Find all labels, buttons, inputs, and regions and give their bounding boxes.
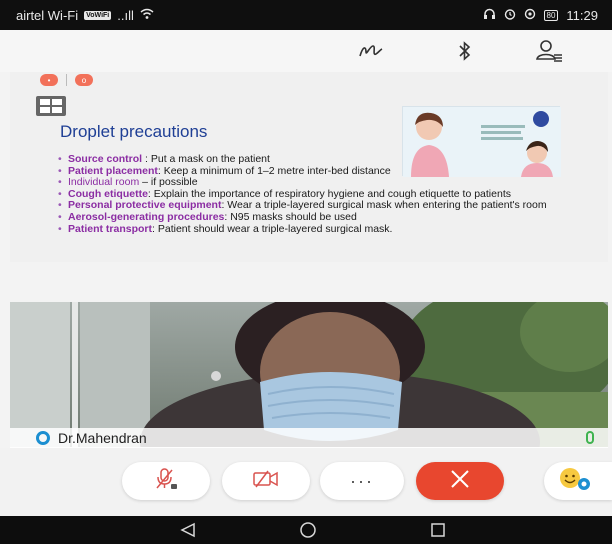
back-icon[interactable] (176, 521, 200, 539)
alarm-icon (504, 8, 516, 23)
record-icon[interactable]: o (75, 74, 93, 86)
pen-icon[interactable] (356, 36, 386, 66)
bullet-label: Source control (68, 153, 143, 165)
list-item: Patient transport: Patient should wear a… (58, 222, 598, 236)
camera-off-icon (251, 469, 281, 494)
more-icon: ··· (350, 470, 374, 491)
bullet-text: : Put a mask on the patient (142, 153, 270, 165)
camera-button[interactable] (222, 462, 310, 500)
shared-slide: • o Droplet precautions Sou (10, 72, 608, 262)
location-icon (524, 8, 536, 23)
bullet-text: – if possible (139, 176, 198, 189)
bullet-label: Patient placement (68, 164, 158, 177)
bullet-list: Source control : Put a mask on the patie… (58, 153, 598, 236)
vowifi-badge: VoWiFi (84, 11, 112, 20)
status-left: airtel Wi-Fi VoWiFi ..ıll (16, 8, 154, 23)
headset-icon (483, 8, 496, 23)
bullet-text: : Keep a minimum of 1–2 metre inter-bed … (157, 164, 391, 177)
slide-title: Droplet precautions (60, 122, 208, 141)
mute-button[interactable] (122, 462, 210, 500)
call-controls: ··· (0, 448, 612, 516)
status-bar: airtel Wi-Fi VoWiFi ..ıll 80 11:29 (0, 0, 612, 30)
reactions-bar: • o (40, 74, 93, 86)
mic-active-icon (586, 431, 594, 444)
bullet-label: Personal protective equipment (68, 199, 222, 212)
end-call-icon (449, 468, 471, 495)
reactions-button[interactable] (544, 462, 612, 500)
bullet-text: : Wear a triple-layered surgical mask wh… (221, 199, 547, 212)
bullet-label: Cough etiquette (68, 187, 148, 200)
bluetooth-icon[interactable] (450, 36, 480, 66)
emoji-icon (558, 466, 592, 497)
status-right: 80 11:29 (483, 8, 598, 23)
end-call-button[interactable] (416, 462, 504, 500)
participant-video[interactable] (10, 302, 608, 447)
video-frame (10, 302, 608, 447)
participant-name: Dr.Mahendran (58, 430, 147, 446)
bullet-label: Individual room (68, 176, 140, 189)
layout-grid-icon[interactable] (36, 96, 66, 116)
home-icon[interactable] (296, 521, 320, 539)
wifi-icon (140, 8, 154, 23)
mic-muted-icon (153, 467, 179, 496)
bullet-label: Aerosol-generating procedures (68, 210, 225, 223)
meeting-screen: airtel Wi-Fi VoWiFi ..ıll 80 11:29 • o D… (0, 0, 612, 544)
battery-level: 80 (543, 10, 559, 21)
bullet-text: : Explain the importance of respiratory … (147, 187, 511, 200)
reaction-icon[interactable]: • (40, 74, 58, 86)
participants-icon[interactable] (534, 36, 564, 66)
meeting-toolbar (0, 30, 612, 72)
carrier-name: airtel Wi-Fi (16, 8, 79, 23)
signal-icon: ..ıll (117, 8, 134, 23)
system-nav-bar (0, 516, 612, 544)
avatar (36, 431, 50, 445)
participant-name-bar: Dr.Mahendran (10, 428, 608, 448)
divider (66, 74, 67, 86)
bullet-text: : N95 masks should be used (224, 210, 357, 223)
clock: 11:29 (566, 8, 598, 23)
more-button[interactable]: ··· (320, 462, 404, 500)
bullet-label: Patient transport (68, 222, 153, 235)
bullet-text: : Patient should wear a triple-layered s… (152, 222, 393, 235)
recents-icon[interactable] (426, 521, 450, 539)
